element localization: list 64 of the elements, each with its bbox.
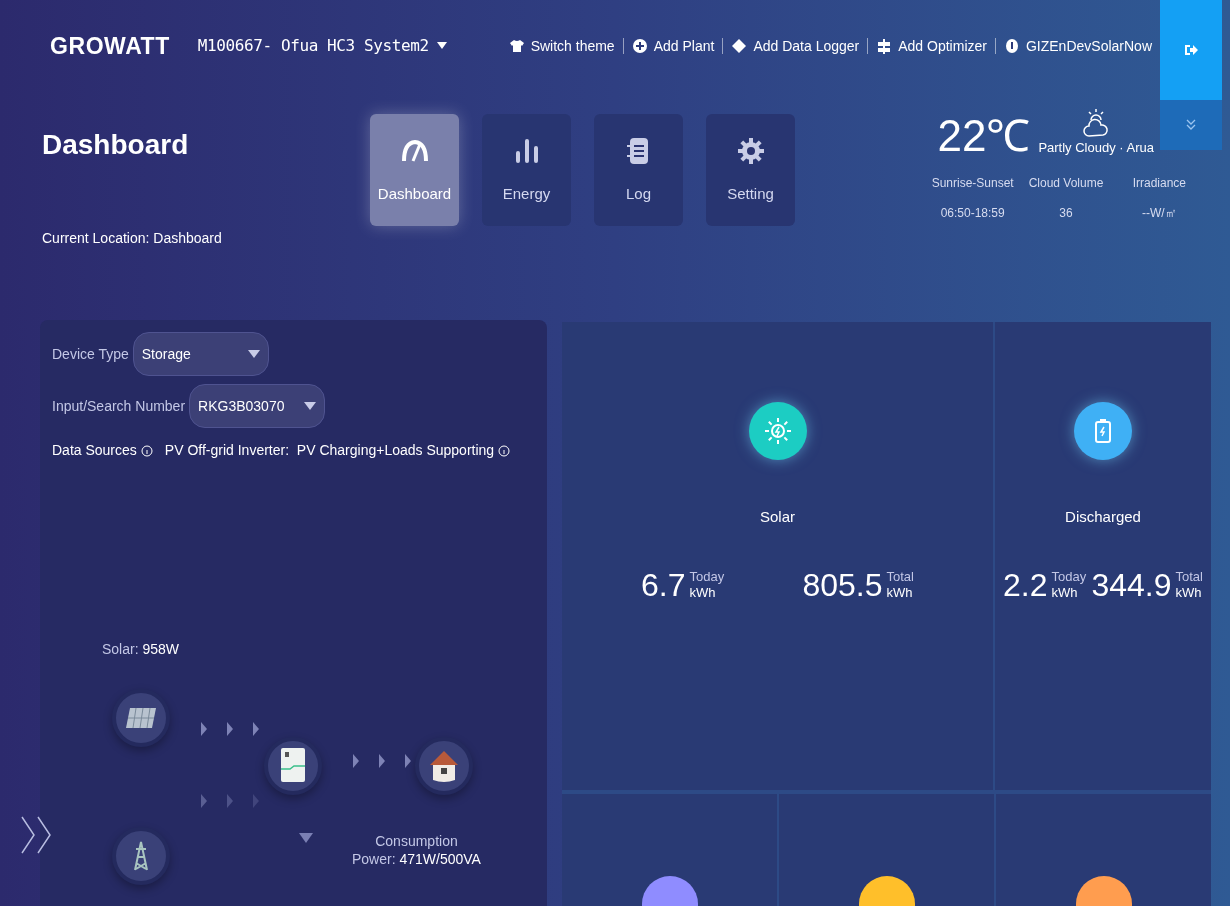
temperature: 22℃ — [937, 113, 1031, 158]
header-link[interactable]: Add Optimizer — [876, 35, 987, 57]
stat-value: 2.2 — [1003, 569, 1048, 601]
nav-tab[interactable]: Dashboard — [370, 114, 459, 226]
solar-panel-icon — [125, 707, 157, 729]
weather-stat-label: Sunrise-Sunset — [930, 174, 1015, 192]
field-label: Input/Search Number — [52, 396, 186, 416]
nav-tab[interactable]: Energy — [482, 114, 571, 226]
double-chevron-icon — [1185, 119, 1197, 131]
breadcrumb: Current Location: Dashboard — [42, 229, 223, 248]
plant-selector[interactable]: M100667- Ofua HC3 System2 — [197, 34, 447, 58]
logout-button[interactable] — [1160, 0, 1222, 100]
shirt-icon — [508, 38, 525, 54]
stat-period: Total — [1175, 568, 1203, 585]
consumption-power-reading: Power: 471W/500VA — [352, 850, 481, 868]
stat-period: Today — [1051, 568, 1087, 585]
data-sources-label: Data Sources — [52, 441, 137, 460]
caret-icon — [304, 402, 317, 410]
header-link[interactable]: Add Data Logger — [731, 35, 860, 57]
stat-unit: kWh — [886, 584, 914, 601]
partly-cloudy-icon — [1082, 108, 1111, 138]
stat-unit: kWh — [689, 584, 717, 601]
diamond-icon — [731, 38, 748, 54]
serial-number-select[interactable]: RKG3B03070 — [189, 384, 326, 428]
expand-button[interactable] — [1160, 100, 1222, 150]
stat-period: Total — [886, 568, 914, 585]
weather-stat-value: --W/㎡ — [1141, 204, 1178, 222]
power-tower-icon — [132, 841, 150, 871]
stat-value: 6.7 — [641, 569, 686, 601]
info-icon — [140, 444, 153, 457]
stat-value: 805.5 — [802, 569, 883, 601]
stat-title: Discharged — [1065, 507, 1141, 527]
caret-icon — [299, 833, 313, 843]
inverter-icon — [280, 747, 306, 785]
weather-stat-value: 06:50-18:59 — [939, 204, 1006, 222]
stat-title: Solar — [760, 507, 795, 527]
logout-icon — [1184, 43, 1198, 57]
caret-icon — [247, 350, 260, 358]
caret-icon — [436, 42, 447, 50]
consumption-label: Consumption — [375, 833, 458, 851]
weather-stat-label: Irradiance — [1131, 174, 1187, 192]
nav-tab[interactable]: Log — [594, 114, 683, 226]
info-icon — [498, 444, 511, 457]
stat-unit: kWh — [1051, 584, 1079, 601]
nav-tab[interactable]: Setting — [706, 114, 795, 226]
plus-circle-icon — [631, 38, 648, 54]
field-label: Device Type — [52, 344, 129, 364]
house-icon — [429, 748, 459, 784]
weather-stat-label: Cloud Volume — [1027, 174, 1105, 192]
stat-unit: kWh — [1175, 584, 1203, 601]
page-title: Dashboard — [42, 128, 190, 162]
header-link[interactable]: Add Plant — [631, 35, 715, 57]
weather-stat-value: 36 — [1058, 204, 1074, 222]
weather-condition: Partly Cloudy · Arua — [1038, 139, 1154, 157]
solar-power-reading: Solar: 958W — [102, 640, 180, 659]
growatt-logo: GROWATT — [50, 31, 170, 61]
operating-mode: PV Off-grid Inverter: PV Charging+Loads Supporting — [164, 441, 495, 460]
device-type-select[interactable]: Storage — [132, 332, 269, 376]
grid-icon — [876, 38, 893, 54]
stat-period: Today — [689, 568, 725, 585]
collapse-chevrons-icon — [20, 815, 52, 855]
stat-value: 344.9 — [1091, 569, 1172, 601]
header-link[interactable]: GIZEnDevSolarNow — [1003, 35, 1152, 57]
header-link[interactable]: Switch theme — [508, 35, 615, 57]
